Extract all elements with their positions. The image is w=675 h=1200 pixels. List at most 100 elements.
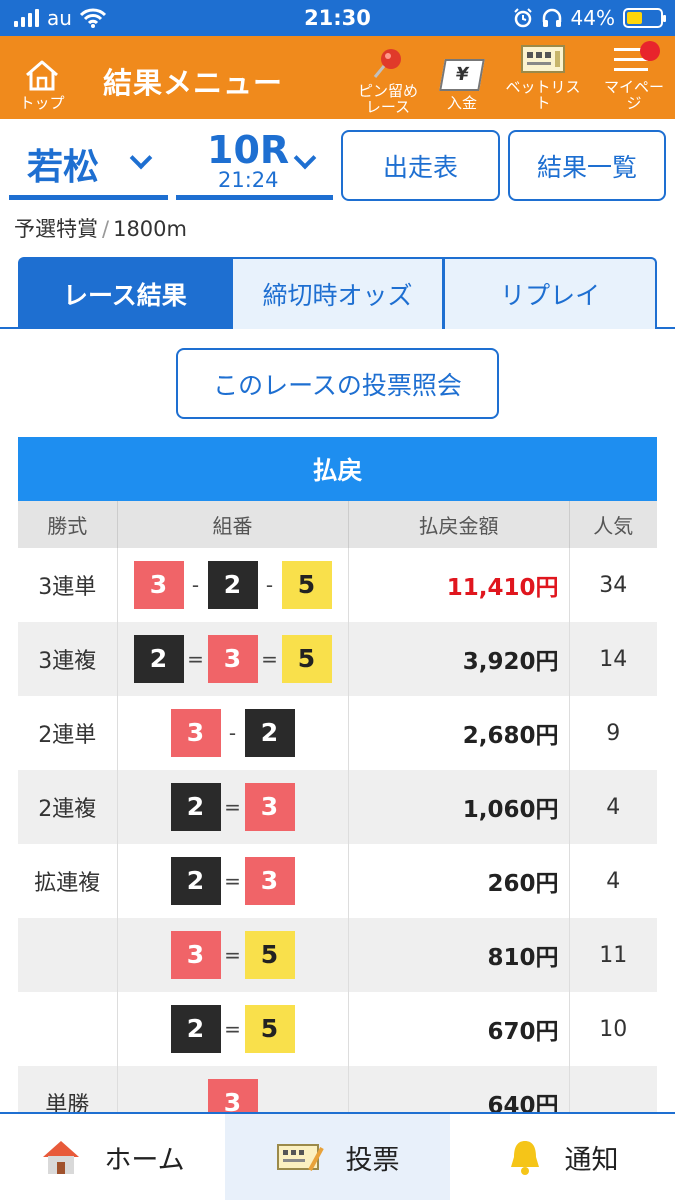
app-header: トップ 結果メニュー ピン留め レース ¥ 入金 ベットリスト マイページ (0, 36, 675, 119)
payout-amount: 810円 (347, 918, 569, 992)
boat-number-chip: 3 (244, 783, 295, 831)
status-bar: au 21:30 44% (0, 0, 675, 36)
payout-amount: 11,410円 (347, 548, 569, 622)
ticket-icon (521, 45, 565, 73)
chevron-down-icon (293, 146, 317, 170)
race-grade: 予選特賞 (14, 217, 98, 241)
home-label: トップ (19, 94, 65, 112)
boat-number-chip: 5 (281, 635, 332, 683)
chevron-down-icon (129, 146, 153, 170)
bet-type: 2連複 (18, 770, 117, 844)
home-button[interactable]: トップ (14, 36, 70, 119)
tab-race-result[interactable]: レース結果 (18, 257, 232, 329)
boat-number-chip: 3 (170, 931, 221, 979)
header-payout-amount: 払戻金額 (347, 501, 569, 548)
race-time: 21:24 (218, 168, 279, 192)
battery-percent: 44% (570, 6, 615, 30)
results-list-button[interactable]: 結果一覧 (508, 130, 666, 201)
header-combination: 組番 (116, 501, 348, 548)
race-selector[interactable]: 10R 21:24 (176, 128, 333, 200)
pin-label-2: レース (365, 98, 411, 116)
combo-separator: = (224, 943, 241, 967)
nav-vote[interactable]: 投票 (225, 1114, 450, 1200)
tab-closing-odds[interactable]: 締切時オッズ (231, 257, 445, 329)
boat-number-chip: 3 (170, 709, 221, 757)
race-info-separator: / (102, 217, 110, 241)
boat-number-chip: 3 (207, 635, 258, 683)
payout-table: 勝式 組番 払戻金額 人気 3連単 3-2-5 11,410円 34 3連複 2 = 3 = 5 3… (18, 501, 657, 1140)
boat-number-chip: 2 (170, 783, 221, 831)
payout-header-row: 勝式 組番 払戻金額 人気 (18, 501, 657, 548)
payout-row: 2連複 2 = 3 1,060円 4 (18, 770, 657, 844)
payout-row: 2 = 5 670円 10 (18, 992, 657, 1066)
popularity: 14 (568, 622, 657, 696)
result-tabs: レース結果 締切時オッズ リプレイ (18, 257, 658, 329)
race-number: 10R (207, 128, 290, 172)
payout-amount: 3,920円 (347, 622, 569, 696)
mypage-button[interactable]: マイページ (597, 36, 671, 119)
combo-separator: = (224, 869, 241, 893)
boat-number-chip: 2 (133, 635, 184, 683)
payout-amount: 260円 (347, 844, 569, 918)
nav-notify-label: 通知 (564, 1144, 619, 1176)
betlist-button[interactable]: ベットリスト (499, 36, 587, 119)
nav-home[interactable]: ホーム (0, 1114, 225, 1200)
popularity: 9 (568, 696, 657, 770)
menu-icon (614, 41, 660, 75)
bet-type: 拡連複 (18, 844, 117, 918)
yen-glyph: ¥ (453, 64, 471, 85)
pin-race-button[interactable]: ピン留め レース (351, 36, 425, 119)
combo-separator: = (187, 647, 204, 671)
boat-number-chip: 2 (207, 561, 258, 609)
bet-type: 3連単 (18, 548, 117, 622)
pin-label-1: ピン留め (357, 82, 418, 100)
deposit-button[interactable]: ¥ 入金 (437, 36, 487, 119)
bell-icon (510, 1141, 539, 1175)
mypage-label: マイページ (603, 78, 664, 112)
popularity: 11 (568, 918, 657, 992)
betlist-label: ベットリスト (505, 78, 581, 112)
entry-table-button[interactable]: 出走表 (341, 130, 500, 201)
payout-row: 3連複 2 = 3 = 5 3,920円 14 (18, 622, 657, 696)
popularity: 4 (568, 770, 657, 844)
payout-row: 2連単 3-2 2,680円 9 (18, 696, 657, 770)
tab-replay[interactable]: リプレイ (444, 257, 658, 329)
nav-notify[interactable]: 通知 (450, 1114, 675, 1200)
combination: 3-2-5 (116, 548, 348, 622)
battery-icon (623, 8, 666, 28)
payout-row: 3 = 5 810円 11 (18, 918, 657, 992)
combo-separator: = (261, 647, 278, 671)
race-distance: 1800m (113, 217, 187, 241)
combo-separator: - (191, 573, 200, 597)
header-bet-type: 勝式 (18, 501, 117, 548)
popularity: 4 (568, 844, 657, 918)
notification-dot (640, 41, 660, 61)
combo-separator: - (228, 721, 237, 745)
deposit-label: 入金 (446, 94, 477, 112)
vote-ticket-icon (276, 1144, 324, 1171)
payout-row: 3連単 3-2-5 11,410円 34 (18, 548, 657, 622)
combination: 2 = 3 = 5 (116, 622, 348, 696)
combination: 3-2 (116, 696, 348, 770)
combo-separator: = (224, 795, 241, 819)
venue-selector[interactable]: 若松 (9, 130, 168, 200)
boat-number-chip: 2 (170, 857, 221, 905)
combo-separator: - (265, 573, 274, 597)
combo-separator: = (224, 1017, 241, 1041)
vote-inquiry-button[interactable]: このレースの投票照会 (176, 348, 499, 419)
page-title: 結果メニュー (103, 66, 284, 100)
popularity: 34 (568, 548, 657, 622)
bet-type (18, 992, 117, 1066)
boat-number-chip: 2 (244, 709, 295, 757)
payout-amount: 1,060円 (347, 770, 569, 844)
boat-number-chip: 5 (244, 1005, 295, 1053)
bet-type: 2連単 (18, 696, 117, 770)
bet-type: 3連複 (18, 622, 117, 696)
boat-number-chip: 5 (281, 561, 332, 609)
alarm-icon (513, 8, 532, 28)
race-info: 予選特賞/1800m (14, 213, 187, 243)
bet-type (18, 918, 117, 992)
boat-number-chip: 3 (133, 561, 184, 609)
payout-title: 払戻 (18, 437, 657, 501)
headphones-icon (542, 8, 561, 27)
